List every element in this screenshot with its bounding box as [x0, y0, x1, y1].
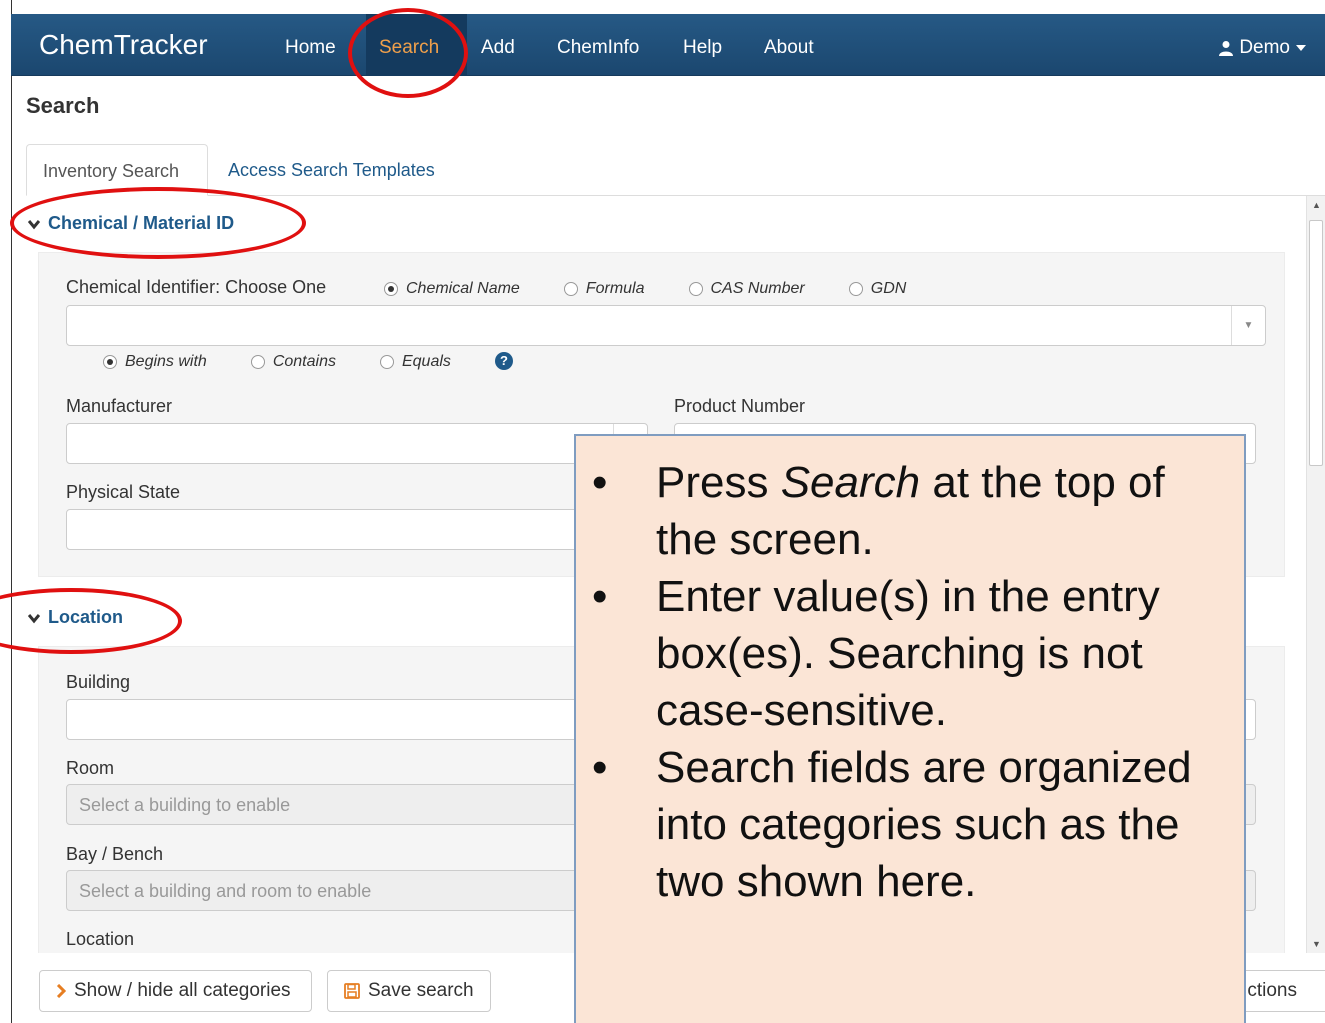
section-header-chemical[interactable]: Chemical / Material ID — [28, 213, 234, 234]
chevron-down-icon — [28, 219, 40, 229]
building-label: Building — [66, 672, 131, 692]
scroll-thumb[interactable] — [1309, 220, 1323, 466]
user-menu[interactable]: Demo — [1218, 37, 1307, 59]
physical-state-label: Physical State — [66, 482, 181, 502]
help-icon[interactable]: ? — [495, 352, 513, 370]
radio-button[interactable] — [848, 282, 863, 296]
radio-chemical-name[interactable]: Chemical Name — [384, 280, 520, 298]
save-search-button[interactable]: Save search — [327, 970, 491, 1012]
physical-state-input[interactable] — [66, 509, 648, 550]
match-radio-group: Begins with Contains Equals — [103, 353, 485, 371]
manufacturer-input[interactable]: ▼ — [66, 423, 648, 464]
nav-search[interactable]: Search — [379, 37, 439, 59]
bay-bench-label: Bay / Bench — [66, 844, 164, 864]
page-title: Search — [26, 93, 100, 118]
nav-add[interactable]: Add — [481, 37, 515, 59]
brand-logo[interactable]: ChemTracker — [39, 29, 208, 61]
chemical-identifier-input[interactable]: ▼ — [66, 305, 1266, 346]
scroll-up-icon[interactable]: ▲ — [1312, 200, 1321, 210]
radio-cas-number[interactable]: CAS Number — [688, 280, 805, 298]
floppy-disk-icon — [344, 983, 360, 999]
callout-item-1: Press Search at the top of the screen. — [592, 454, 1214, 568]
identifier-radio-group: Chemical Name Formula CAS Number GDN — [384, 280, 950, 298]
section-title-location: Location — [48, 607, 123, 627]
nav-home[interactable]: Home — [285, 37, 336, 59]
radio-equals[interactable]: Equals — [379, 353, 451, 371]
manufacturer-label: Manufacturer — [66, 396, 173, 416]
vertical-scrollbar[interactable]: ▲ ▼ — [1306, 196, 1325, 953]
section-title-chemical: Chemical / Material ID — [48, 213, 235, 233]
room-placeholder: Select a building to enable — [79, 795, 291, 815]
nav-cheminfo[interactable]: ChemInfo — [557, 37, 639, 59]
instruction-callout: Press Search at the top of the screen. E… — [574, 434, 1246, 1023]
bay-bench-placeholder: Select a building and room to enable — [79, 881, 372, 901]
section-header-location[interactable]: Location — [28, 607, 123, 628]
room-label: Room — [66, 758, 115, 778]
screenshot-frame: ChemTracker Home Search Add ChemInfo Hel… — [0, 0, 1325, 1023]
tab-inventory-search[interactable]: Inventory Search — [26, 144, 208, 196]
callout-item-2: Enter value(s) in the entry box(es). Sea… — [592, 568, 1214, 739]
show-hide-categories-button[interactable]: Show / hide all categories — [39, 970, 312, 1012]
radio-button[interactable] — [688, 282, 703, 296]
radio-button[interactable] — [250, 355, 265, 369]
radio-contains[interactable]: Contains — [250, 353, 336, 371]
radio-gdn[interactable]: GDN — [848, 280, 906, 298]
radio-formula[interactable]: Formula — [563, 280, 645, 298]
nav-help[interactable]: Help — [683, 37, 722, 59]
chevron-down-icon — [28, 613, 40, 623]
callout-item-3: Search fields are organized into categor… — [592, 739, 1214, 910]
user-icon — [1219, 41, 1234, 56]
product-number-label: Product Number — [674, 396, 806, 416]
frame-border — [11, 0, 12, 1023]
scroll-down-icon[interactable]: ▼ — [1312, 939, 1321, 949]
radio-button[interactable] — [563, 282, 578, 296]
top-navbar: ChemTracker Home Search Add ChemInfo Hel… — [11, 14, 1325, 76]
radio-begins-with[interactable]: Begins with — [103, 353, 207, 371]
nav-about[interactable]: About — [764, 37, 814, 59]
caret-down-icon — [1296, 45, 1306, 51]
dropdown-caret-icon[interactable]: ▼ — [1231, 306, 1265, 345]
chemical-identifier-label: Chemical Identifier: Choose One — [66, 277, 327, 297]
radio-button[interactable] — [103, 355, 117, 369]
chevron-right-icon — [56, 984, 66, 998]
user-name: Demo — [1239, 37, 1290, 58]
radio-button[interactable] — [384, 282, 398, 296]
tab-access-search-templates[interactable]: Access Search Templates — [212, 144, 451, 196]
radio-button[interactable] — [379, 355, 394, 369]
location-label: Location — [66, 929, 135, 949]
